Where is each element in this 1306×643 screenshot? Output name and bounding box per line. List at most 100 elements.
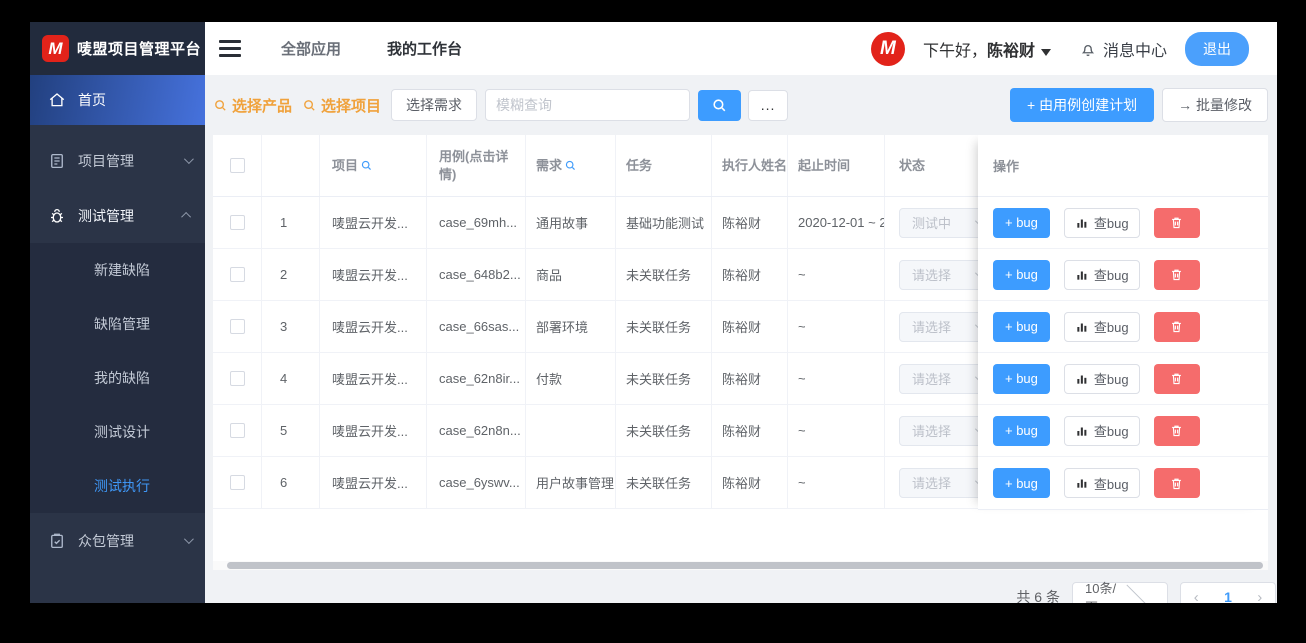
cell-case[interactable]: case_62n8n...	[427, 405, 526, 456]
brand-logo-icon: M	[42, 35, 69, 62]
actions-fixed-column: 操作 + bug 查bug + bug 查bug + bug 查bug + bu…	[978, 135, 1268, 510]
filter-toolbar: 选择产品 选择项目 选择需求 ... + 由用例创建计划 → 批量修改	[213, 88, 1268, 122]
view-bug-label: 查bug	[1093, 424, 1129, 439]
page-number-1[interactable]: 1	[1224, 589, 1232, 603]
cell-case[interactable]: case_69mh...	[427, 197, 526, 248]
search-icon	[215, 99, 226, 111]
clipboard-check-icon	[48, 532, 66, 550]
search-icon[interactable]	[564, 159, 577, 172]
cell-case[interactable]: case_648b2...	[427, 249, 526, 300]
avatar[interactable]: M	[870, 31, 905, 66]
horizontal-scrollbar[interactable]	[213, 561, 1268, 570]
cell-requirement: 用户故事管理	[526, 457, 616, 508]
trash-icon	[1172, 425, 1181, 437]
select-project-link[interactable]: 选择项目	[302, 95, 381, 116]
select-requirement-button[interactable]: 选择需求	[391, 89, 478, 121]
greeting-text: 下午好，	[922, 42, 987, 60]
delete-button[interactable]	[1153, 311, 1200, 342]
cell-case[interactable]: case_6yswv...	[427, 457, 526, 508]
delete-button[interactable]	[1153, 468, 1200, 498]
cell-executor: 陈裕财	[712, 353, 788, 404]
sidebar-item-label: 新建缺陷	[94, 262, 150, 278]
sidebar-item-test-mgmt[interactable]: 测试管理	[30, 188, 205, 243]
tab-my-workbench[interactable]: 我的工作台	[387, 38, 462, 59]
logout-button[interactable]: 退出	[1185, 31, 1249, 66]
select-project-label: 选择项目	[321, 97, 382, 115]
cell-project: 唛盟云开发...	[320, 457, 427, 508]
app-window: M 唛盟项目管理平台 首页 项目管理 测试管理 新建缺陷 缺陷管理 我的缺陷 测…	[30, 22, 1277, 603]
delete-button[interactable]	[1153, 415, 1200, 446]
row-checkbox[interactable]	[229, 423, 245, 438]
row-checkbox[interactable]	[229, 475, 245, 490]
cell-requirement: 商品	[526, 249, 616, 300]
cell-index: 3	[262, 301, 320, 352]
cell-index: 2	[262, 249, 320, 300]
sidebar-item-test-design[interactable]: 测试设计	[30, 405, 205, 459]
prev-page-button[interactable]: ‹	[1194, 589, 1199, 604]
view-bug-label: 查bug	[1093, 476, 1129, 492]
view-bug-button[interactable]: 查bug	[1063, 363, 1140, 394]
add-bug-button[interactable]: + bug	[993, 363, 1050, 394]
sidebar-item-defect-mgmt[interactable]: 缺陷管理	[30, 297, 205, 351]
page-size-select[interactable]: 10条/页	[1072, 579, 1168, 603]
fuzzy-search-input[interactable]	[485, 89, 691, 121]
row-checkbox[interactable]	[229, 319, 245, 334]
view-bug-button[interactable]: 查bug	[1063, 468, 1140, 498]
search-icon[interactable]	[360, 159, 373, 172]
cell-executor: 陈裕财	[712, 405, 788, 456]
row-checkbox[interactable]	[229, 215, 245, 230]
sidebar-item-test-execution[interactable]: 测试执行	[30, 459, 205, 513]
cell-case[interactable]: case_62n8ir...	[427, 353, 526, 404]
select-all-checkbox[interactable]	[229, 158, 245, 173]
view-bug-button[interactable]: 查bug	[1063, 415, 1140, 446]
delete-button[interactable]	[1153, 363, 1200, 394]
view-bug-label: 查bug	[1093, 320, 1129, 335]
delete-button[interactable]	[1153, 207, 1200, 238]
cell-task: 未关联任务	[616, 405, 712, 456]
message-center[interactable]: 消息中心	[1079, 37, 1167, 61]
sidebar-item-crowdsourcing[interactable]: 众包管理	[30, 513, 205, 568]
trash-icon	[1172, 269, 1181, 281]
chevron-down-icon	[183, 154, 194, 165]
add-bug-button[interactable]: + bug	[993, 311, 1050, 342]
next-page-button[interactable]: ›	[1257, 589, 1262, 604]
sidebar-item-new-defect[interactable]: 新建缺陷	[30, 243, 205, 297]
pagination: 共 6 条 10条/页 ‹ 1 ›	[213, 579, 1276, 603]
cell-case[interactable]: case_66sas...	[427, 301, 526, 352]
delete-button[interactable]	[1153, 259, 1200, 290]
col-header-time: 起止时间	[788, 135, 885, 196]
sidebar-item-label: 测试管理	[78, 207, 134, 224]
create-plan-button[interactable]: + 由用例创建计划	[1010, 88, 1155, 122]
home-icon	[48, 91, 66, 109]
view-bug-label: 查bug	[1093, 268, 1129, 283]
col-header-task: 任务	[616, 135, 712, 196]
select-product-link[interactable]: 选择产品	[213, 95, 292, 116]
sidebar-item-my-defects[interactable]: 我的缺陷	[30, 351, 205, 405]
search-button[interactable]	[698, 89, 742, 121]
view-bug-button[interactable]: 查bug	[1063, 207, 1140, 238]
actions-row: + bug 查bug	[978, 457, 1268, 509]
add-bug-button[interactable]: + bug	[993, 207, 1050, 238]
add-bug-button[interactable]: + bug	[993, 468, 1050, 498]
batch-edit-button[interactable]: → 批量修改	[1162, 88, 1268, 122]
sidebar-item-project-mgmt[interactable]: 项目管理	[30, 133, 205, 188]
view-bug-label: 查bug	[1093, 216, 1129, 231]
more-filters-button[interactable]: ...	[748, 89, 789, 121]
bar-chart-icon	[1077, 271, 1087, 280]
sidebar-item-home[interactable]: 首页	[30, 75, 205, 125]
cell-project: 唛盟云开发...	[320, 301, 427, 352]
tab-all-apps[interactable]: 全部应用	[281, 38, 341, 59]
add-bug-button[interactable]: + bug	[993, 259, 1050, 290]
user-greeting[interactable]: 下午好，陈裕财	[923, 37, 1051, 61]
main-content: 选择产品 选择项目 选择需求 ... + 由用例创建计划 → 批量修改	[205, 75, 1277, 603]
hamburger-menu-icon[interactable]	[219, 36, 241, 61]
col-header-index	[262, 135, 320, 196]
add-bug-button[interactable]: + bug	[993, 415, 1050, 446]
view-bug-button[interactable]: 查bug	[1063, 311, 1140, 342]
row-checkbox[interactable]	[229, 371, 245, 386]
test-plan-table: 项目 用例(点击详情) 需求 任务 执行人姓名 起止时间 状态 1 唛盟云开发.…	[213, 135, 1268, 570]
row-checkbox[interactable]	[229, 267, 245, 282]
view-bug-button[interactable]: 查bug	[1063, 259, 1140, 290]
pager: ‹ 1 ›	[1180, 582, 1276, 603]
scrollbar-thumb[interactable]	[227, 562, 1263, 569]
